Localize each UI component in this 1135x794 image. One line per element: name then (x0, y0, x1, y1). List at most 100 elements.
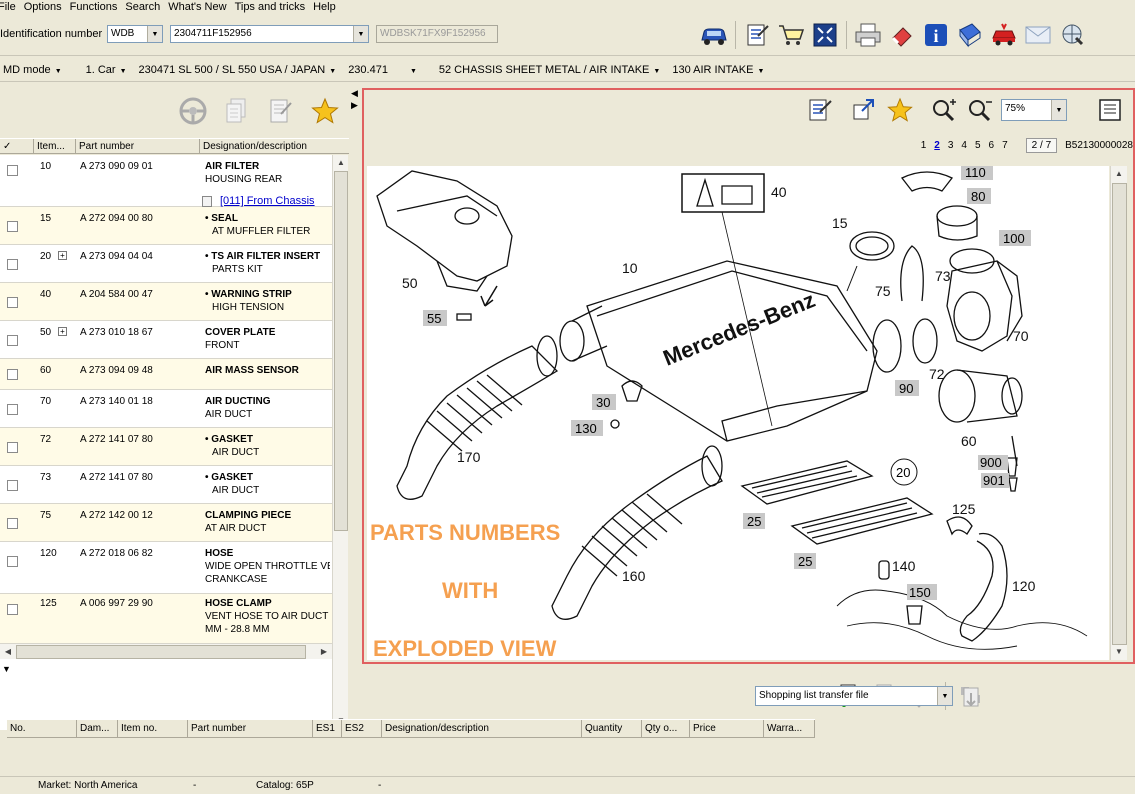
scroll-right-icon[interactable]: ▶ (316, 644, 332, 660)
callout-901[interactable]: 901 (983, 473, 1005, 488)
table-row[interactable]: 50 + A 273 010 18 67 COVER PLATE FRONT (0, 321, 332, 359)
callout-10[interactable]: 10 (622, 260, 638, 276)
shopping-cart-icon[interactable] (775, 19, 807, 51)
settings-globe-icon[interactable] (1056, 19, 1088, 51)
table-row[interactable]: 73 A 272 141 07 80 • GASKET AIR DUCT (0, 466, 332, 504)
page-link-2[interactable]: 2 (934, 140, 940, 151)
callout-170[interactable]: 170 (457, 449, 481, 465)
callout-30[interactable]: 30 (596, 395, 610, 410)
menu-search[interactable]: Search (125, 1, 168, 13)
col-warranty[interactable]: Warra... (764, 720, 815, 737)
col-price[interactable]: Price (690, 720, 764, 737)
table-row[interactable]: 75 A 272 142 00 12 CLAMPING PIECE AT AIR… (0, 504, 332, 542)
scroll-left-icon[interactable]: ◀ (0, 644, 16, 660)
row-checkbox[interactable] (7, 369, 18, 380)
callout-60[interactable]: 60 (961, 433, 977, 449)
prefix-select[interactable]: WDB ▼ (107, 25, 163, 43)
collapse-right-icon[interactable]: ▶ (351, 100, 358, 111)
col-part-number[interactable]: Part number (188, 720, 313, 737)
exploded-view-diagram[interactable]: Mercedes-Benz 10 15 40 50 73 75 70 72 60… (367, 166, 1109, 660)
zoom-out-icon[interactable] (965, 95, 995, 125)
scroll-down-icon[interactable]: ▼ (1111, 644, 1127, 660)
table-row[interactable]: 15 A 272 094 00 80 • SEAL AT MUFFLER FIL… (0, 207, 332, 245)
breadcrumb-group[interactable]: 52 CHASSIS SHEET METAL / AIR INTAKE ▼ (429, 64, 672, 76)
row-checkbox[interactable] (7, 297, 18, 308)
menu-functions[interactable]: Functions (70, 1, 126, 13)
table-row[interactable]: 60 A 273 094 09 48 AIR MASS SENSOR (0, 359, 332, 390)
col-select[interactable]: ✓ (0, 139, 34, 153)
callout-900[interactable]: 900 (980, 455, 1002, 470)
callout-15[interactable]: 15 (832, 215, 848, 231)
callout-20[interactable]: 20 (896, 465, 910, 480)
menu-help[interactable]: Help (313, 1, 344, 13)
menu-whats-new[interactable]: What's New (168, 1, 234, 13)
checklist-icon[interactable] (265, 95, 297, 127)
printer-icon[interactable] (852, 19, 884, 51)
callout-50[interactable]: 50 (402, 275, 418, 291)
callout-120[interactable]: 120 (1012, 578, 1036, 594)
row-checkbox[interactable] (7, 518, 18, 529)
row-checkbox[interactable] (7, 442, 18, 453)
mail-icon[interactable] (1022, 19, 1054, 51)
info-icon[interactable]: i (920, 19, 952, 51)
breadcrumb-car[interactable]: 1. Car ▼ (74, 64, 139, 76)
menu-options[interactable]: Options (24, 1, 70, 13)
callout-55[interactable]: 55 (427, 311, 441, 326)
breadcrumb-model[interactable]: 230471 SL 500 / SL 550 USA / JAPAN ▼ (139, 64, 349, 76)
col-designation[interactable]: Designation/description (382, 720, 582, 737)
table-row[interactable]: 72 A 272 141 07 80 • GASKET AIR DUCT (0, 428, 332, 466)
col-quantity[interactable]: Quantity (582, 720, 642, 737)
scroll-thumb[interactable] (16, 645, 306, 659)
table-row[interactable]: 125 A 006 997 29 90 HOSE CLAMP VENT HOSE… (0, 594, 332, 646)
callout-25b[interactable]: 25 (798, 554, 812, 569)
table-row[interactable]: 120 A 272 018 06 82 HOSE WIDE OPEN THROT… (0, 542, 332, 594)
col-designation[interactable]: Designation/description (200, 139, 349, 153)
callout-100[interactable]: 100 (1003, 231, 1025, 246)
callout-90[interactable]: 90 (899, 381, 913, 396)
eraser-icon[interactable] (886, 19, 918, 51)
pane-splitter[interactable]: ◀ ▶ (350, 86, 360, 662)
favorite-star-icon[interactable] (885, 95, 915, 125)
chassis-link[interactable]: [011] From Chassis (220, 195, 315, 207)
callout-73[interactable]: 73 (935, 268, 951, 284)
breadcrumb-subgroup[interactable]: 130 AIR INTAKE ▼ (672, 64, 776, 76)
col-es1[interactable]: ES1 (313, 720, 342, 737)
callout-70[interactable]: 70 (1013, 328, 1029, 344)
row-checkbox[interactable] (7, 165, 18, 176)
row-checkbox[interactable] (7, 480, 18, 491)
callout-72[interactable]: 72 (929, 366, 945, 382)
collapse-left-icon[interactable]: ◀ (351, 88, 358, 99)
callout-130[interactable]: 130 (575, 421, 597, 436)
checklist-icon[interactable] (741, 19, 773, 51)
table-row[interactable]: 70 A 273 140 01 18 AIR DUCTING AIR DUCT (0, 390, 332, 428)
horizontal-splitter[interactable]: ▼ (0, 664, 1135, 674)
col-damage[interactable]: Dam... (77, 720, 118, 737)
page-link-6[interactable]: 6 (989, 140, 995, 151)
menu-file[interactable]: File (0, 1, 24, 13)
collapse-down-icon[interactable]: ▼ (2, 664, 11, 674)
table-row[interactable]: 40 A 204 584 00 47 • WARNING STRIP HIGH … (0, 283, 332, 321)
parts-horizontal-scrollbar[interactable]: ◀ ▶ (0, 643, 332, 659)
breadcrumb-model-code[interactable]: 230.471 ▼ (348, 64, 429, 76)
col-item[interactable]: Item... (34, 139, 76, 153)
export-arrow-icon[interactable] (849, 95, 879, 125)
callout-125[interactable]: 125 (952, 501, 976, 517)
col-item-no[interactable]: Item no. (118, 720, 188, 737)
col-es2[interactable]: ES2 (342, 720, 382, 737)
shopping-list-select[interactable]: Shopping list transfer file ▼ (755, 686, 953, 706)
zoom-select[interactable]: 75% ▼ (1001, 99, 1067, 121)
callout-75[interactable]: 75 (875, 283, 891, 299)
page-link-7[interactable]: 7 (1002, 140, 1008, 151)
page-link-4[interactable]: 4 (961, 140, 967, 151)
row-checkbox[interactable] (7, 221, 18, 232)
menu-tips[interactable]: Tips and tricks (235, 1, 314, 13)
favorite-star-icon[interactable] (309, 95, 341, 127)
row-checkbox[interactable] (7, 259, 18, 270)
col-part-number[interactable]: Part number (76, 139, 200, 153)
manual-book-icon[interactable] (954, 19, 986, 51)
table-row[interactable]: 20 + A 273 094 04 04 • TS AIR FILTER INS… (0, 245, 332, 283)
steering-wheel-icon[interactable] (177, 95, 209, 127)
row-checkbox[interactable] (7, 335, 18, 346)
callout-150[interactable]: 150 (909, 585, 931, 600)
scroll-up-icon[interactable]: ▲ (333, 155, 349, 171)
